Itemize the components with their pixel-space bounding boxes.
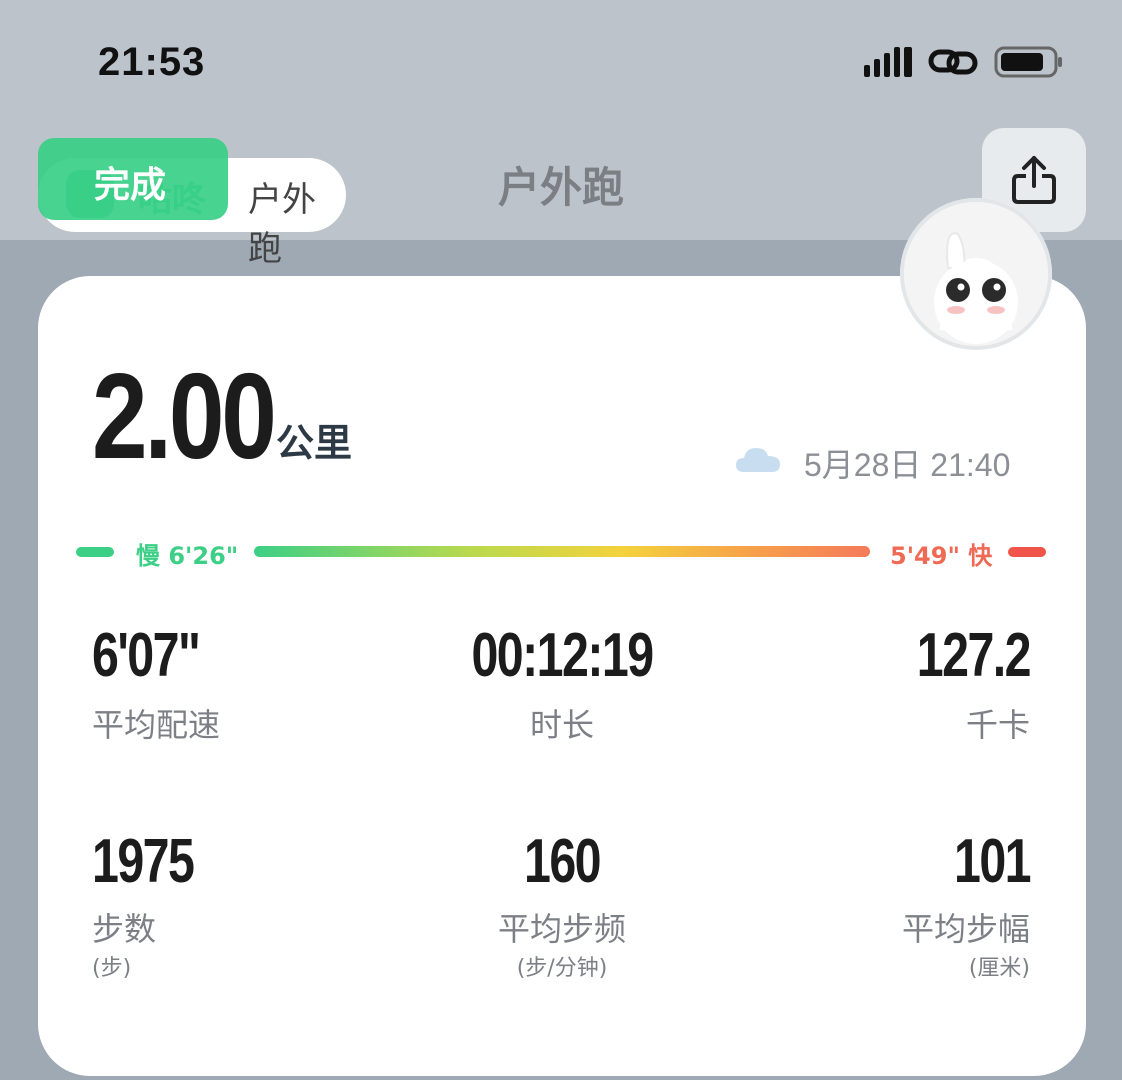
steps-label: 步数 — [92, 910, 157, 948]
stride-label: 平均步幅 — [901, 910, 1030, 948]
distance-value: 2.00 — [92, 348, 277, 484]
done-button[interactable]: 完成 — [38, 138, 228, 220]
cloud-icon — [736, 448, 780, 472]
pace-gradient-bar — [254, 546, 870, 557]
cadence-value: 160 — [523, 827, 602, 896]
calories-label: 千卡 — [965, 706, 1030, 744]
source-sport: 户外跑 — [248, 180, 316, 269]
stride-unit: (厘米) — [968, 956, 1030, 981]
stride-value: 101 — [953, 827, 1032, 896]
status-icons — [864, 44, 1064, 80]
link-icon — [928, 49, 978, 75]
cadence-unit: (步/分钟) — [516, 956, 608, 981]
slow-pace-marker — [76, 547, 114, 557]
slowest-pace-label: 慢 6'26" — [136, 542, 239, 570]
signal-icon — [864, 47, 912, 77]
battery-icon — [994, 46, 1062, 78]
calories-value: 127.2 — [916, 621, 1032, 690]
steps-value: 1975 — [92, 827, 195, 896]
distance-unit: 公里 — [276, 421, 353, 465]
avg-pace-value: 6'07" — [92, 621, 201, 690]
avg-pace-label: 平均配速 — [92, 706, 221, 744]
duration-value: 00:12:19 — [471, 621, 654, 690]
fast-pace-marker — [1008, 547, 1046, 557]
status-time: 21:53 — [98, 40, 206, 84]
mascot-icon — [904, 202, 1048, 346]
page-title: 户外跑 — [497, 163, 624, 212]
duration-label: 时长 — [529, 706, 594, 744]
steps-unit: (步) — [92, 956, 132, 981]
workout-datetime: 5月28日 21:40 — [804, 447, 1011, 483]
avatar[interactable] — [900, 198, 1052, 350]
fastest-pace-label: 5'49" 快 — [890, 542, 993, 570]
share-icon — [1012, 156, 1056, 204]
cadence-label: 平均步频 — [497, 910, 626, 948]
